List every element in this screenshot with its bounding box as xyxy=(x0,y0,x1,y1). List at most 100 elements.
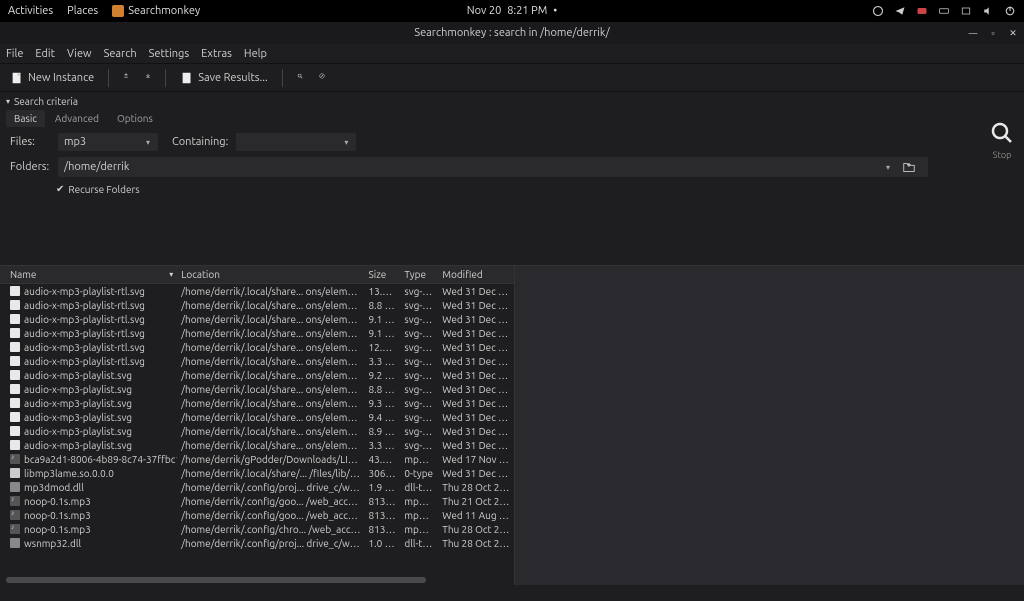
toolbar: New Instance Save Results... xyxy=(0,64,1024,92)
save-results-button[interactable]: Save Results... xyxy=(176,69,271,87)
files-input[interactable] xyxy=(58,133,138,151)
file-icon xyxy=(10,510,20,520)
file-modified: Wed 31 Dec 1969 07 xyxy=(438,300,514,311)
file-icon xyxy=(10,300,20,310)
tab-basic[interactable]: Basic xyxy=(6,110,45,127)
tab-advanced[interactable]: Advanced xyxy=(47,110,107,127)
network-icon[interactable] xyxy=(960,5,972,17)
recurse-folders-label: Recurse Folders xyxy=(68,184,139,195)
activities-button[interactable]: Activities xyxy=(8,5,53,17)
file-type: svg-type xyxy=(400,384,438,395)
files-dropdown-icon[interactable]: ▾ xyxy=(138,138,158,147)
column-modified[interactable]: Modified xyxy=(438,269,514,280)
window-title: Searchmonkey : search in /home/derrik/ xyxy=(414,27,609,39)
table-row[interactable]: audio-x-mp3-playlist-rtl.svg/home/derrik… xyxy=(0,298,514,312)
tray-icon-keyboard[interactable] xyxy=(938,5,950,17)
menu-help[interactable]: Help xyxy=(244,48,267,60)
table-row[interactable]: wsnmp32.dll/home/derrik/.config/proj... … xyxy=(0,536,514,550)
folders-input[interactable] xyxy=(58,158,878,176)
close-button[interactable]: ✕ xyxy=(1008,28,1018,38)
clock[interactable]: Nov 20 8:21 PM • xyxy=(467,5,558,17)
criteria-tabs: Basic Advanced Options xyxy=(0,110,980,127)
file-name: libmp3lame.so.0.0.0 xyxy=(24,468,114,479)
file-name: mp3dmod.dll xyxy=(24,482,84,493)
table-row[interactable]: audio-x-mp3-playlist-rtl.svg/home/derrik… xyxy=(0,354,514,368)
results-header: Name▾ Location Size Type Modified xyxy=(0,266,514,284)
table-row[interactable]: audio-x-mp3-playlist.svg/home/derrik/.lo… xyxy=(0,410,514,424)
export-button[interactable] xyxy=(141,71,155,85)
folder-browse-button[interactable] xyxy=(898,157,920,177)
current-app[interactable]: Searchmonkey xyxy=(112,5,200,17)
table-row[interactable]: noop-0.1s.mp3/home/derrik/.config/goo...… xyxy=(0,494,514,508)
file-type: svg-type xyxy=(400,412,438,423)
menu-settings[interactable]: Settings xyxy=(149,48,190,60)
table-row[interactable]: audio-x-mp3-playlist.svg/home/derrik/.lo… xyxy=(0,368,514,382)
import-button[interactable] xyxy=(119,71,133,85)
file-icon xyxy=(10,524,20,534)
table-row[interactable]: audio-x-mp3-playlist-rtl.svg/home/derrik… xyxy=(0,284,514,298)
table-row[interactable]: mp3dmod.dll/home/derrik/.config/proj... … xyxy=(0,480,514,494)
file-name: audio-x-mp3-playlist-rtl.svg xyxy=(24,314,145,325)
file-size: 43.6 MB xyxy=(365,454,401,465)
file-location: /home/derrik/.local/share... ons/element… xyxy=(177,398,364,409)
folders-dropdown-icon[interactable]: ▾ xyxy=(878,163,898,172)
table-row[interactable]: audio-x-mp3-playlist.svg/home/derrik/.lo… xyxy=(0,424,514,438)
places-button[interactable]: Places xyxy=(67,5,98,17)
menu-extras[interactable]: Extras xyxy=(201,48,232,60)
maximize-button[interactable]: ▫ xyxy=(988,28,998,38)
file-name: audio-x-mp3-playlist.svg xyxy=(24,426,132,437)
column-type[interactable]: Type xyxy=(400,269,438,280)
file-size: 12.9 KB xyxy=(365,342,401,353)
column-size[interactable]: Size xyxy=(365,269,401,280)
search-toolbar-button[interactable] xyxy=(293,71,307,85)
table-row[interactable]: libmp3lame.so.0.0.0/home/derrik/.local/s… xyxy=(0,466,514,480)
menu-view[interactable]: View xyxy=(67,48,92,60)
file-location: /home/derrik/.local/share... ons/element… xyxy=(177,384,364,395)
search-criteria-panel: Basic Advanced Options Files: ▾ Containi… xyxy=(0,110,1024,265)
menu-edit[interactable]: Edit xyxy=(35,48,55,60)
volume-icon[interactable] xyxy=(982,5,994,17)
column-location[interactable]: Location xyxy=(177,269,364,280)
new-instance-label: New Instance xyxy=(28,72,94,84)
search-button[interactable] xyxy=(987,118,1017,148)
file-modified: Wed 17 Nov 2021 01 xyxy=(438,454,514,465)
tray-icon-telegram[interactable] xyxy=(894,5,906,17)
table-row[interactable]: audio-x-mp3-playlist-rtl.svg/home/derrik… xyxy=(0,326,514,340)
stop-toolbar-button[interactable] xyxy=(315,71,329,85)
menu-file[interactable]: File xyxy=(6,48,23,60)
recurse-folders-checkbox[interactable]: ✔ Recurse Folders xyxy=(56,183,970,195)
file-modified: Wed 31 Dec 1969 07 xyxy=(438,370,514,381)
table-row[interactable]: audio-x-mp3-playlist-rtl.svg/home/derrik… xyxy=(0,312,514,326)
tab-options[interactable]: Options xyxy=(109,110,161,127)
new-instance-button[interactable]: New Instance xyxy=(6,69,98,87)
file-type: mp3-type xyxy=(400,510,438,521)
containing-dropdown-icon[interactable]: ▾ xyxy=(336,138,356,147)
table-row[interactable]: audio-x-mp3-playlist.svg/home/derrik/.lo… xyxy=(0,438,514,452)
table-row[interactable]: audio-x-mp3-playlist-rtl.svg/home/derrik… xyxy=(0,340,514,354)
table-row[interactable]: audio-x-mp3-playlist.svg/home/derrik/.lo… xyxy=(0,382,514,396)
tray-icon-1[interactable] xyxy=(872,5,884,17)
window-titlebar[interactable]: Searchmonkey : search in /home/derrik/ —… xyxy=(0,22,1024,44)
column-name[interactable]: Name▾ xyxy=(6,269,177,280)
horizontal-scrollbar[interactable] xyxy=(6,577,426,583)
save-icon xyxy=(180,71,194,85)
file-location: /home/derrik/.local/share... ons/element… xyxy=(177,426,364,437)
dot-icon: • xyxy=(553,5,557,17)
table-row[interactable]: noop-0.1s.mp3/home/derrik/.config/chro..… xyxy=(0,522,514,536)
search-criteria-header[interactable]: ▾ Search criteria xyxy=(0,92,1024,110)
containing-input[interactable] xyxy=(236,133,336,151)
file-size: 813 bytes xyxy=(365,524,401,535)
file-icon xyxy=(10,342,20,352)
minimize-button[interactable]: — xyxy=(968,28,978,38)
power-icon[interactable] xyxy=(1004,5,1016,17)
file-location: /home/derrik/.local/share... ons/element… xyxy=(177,440,364,451)
table-row[interactable]: audio-x-mp3-playlist.svg/home/derrik/.lo… xyxy=(0,396,514,410)
file-modified: Wed 31 Dec 1969 07 xyxy=(438,426,514,437)
table-row[interactable]: bca9a2d1-8006-4b89-8c74-37ffbc17c082.mp3… xyxy=(0,452,514,466)
file-modified: Wed 31 Dec 1969 07 xyxy=(438,440,514,451)
tray-icon-discord[interactable] xyxy=(916,5,928,17)
file-size: 1.9 KB xyxy=(365,482,401,493)
stop-label: Stop xyxy=(993,150,1012,160)
table-row[interactable]: noop-0.1s.mp3/home/derrik/.config/goo...… xyxy=(0,508,514,522)
menu-search[interactable]: Search xyxy=(104,48,137,60)
